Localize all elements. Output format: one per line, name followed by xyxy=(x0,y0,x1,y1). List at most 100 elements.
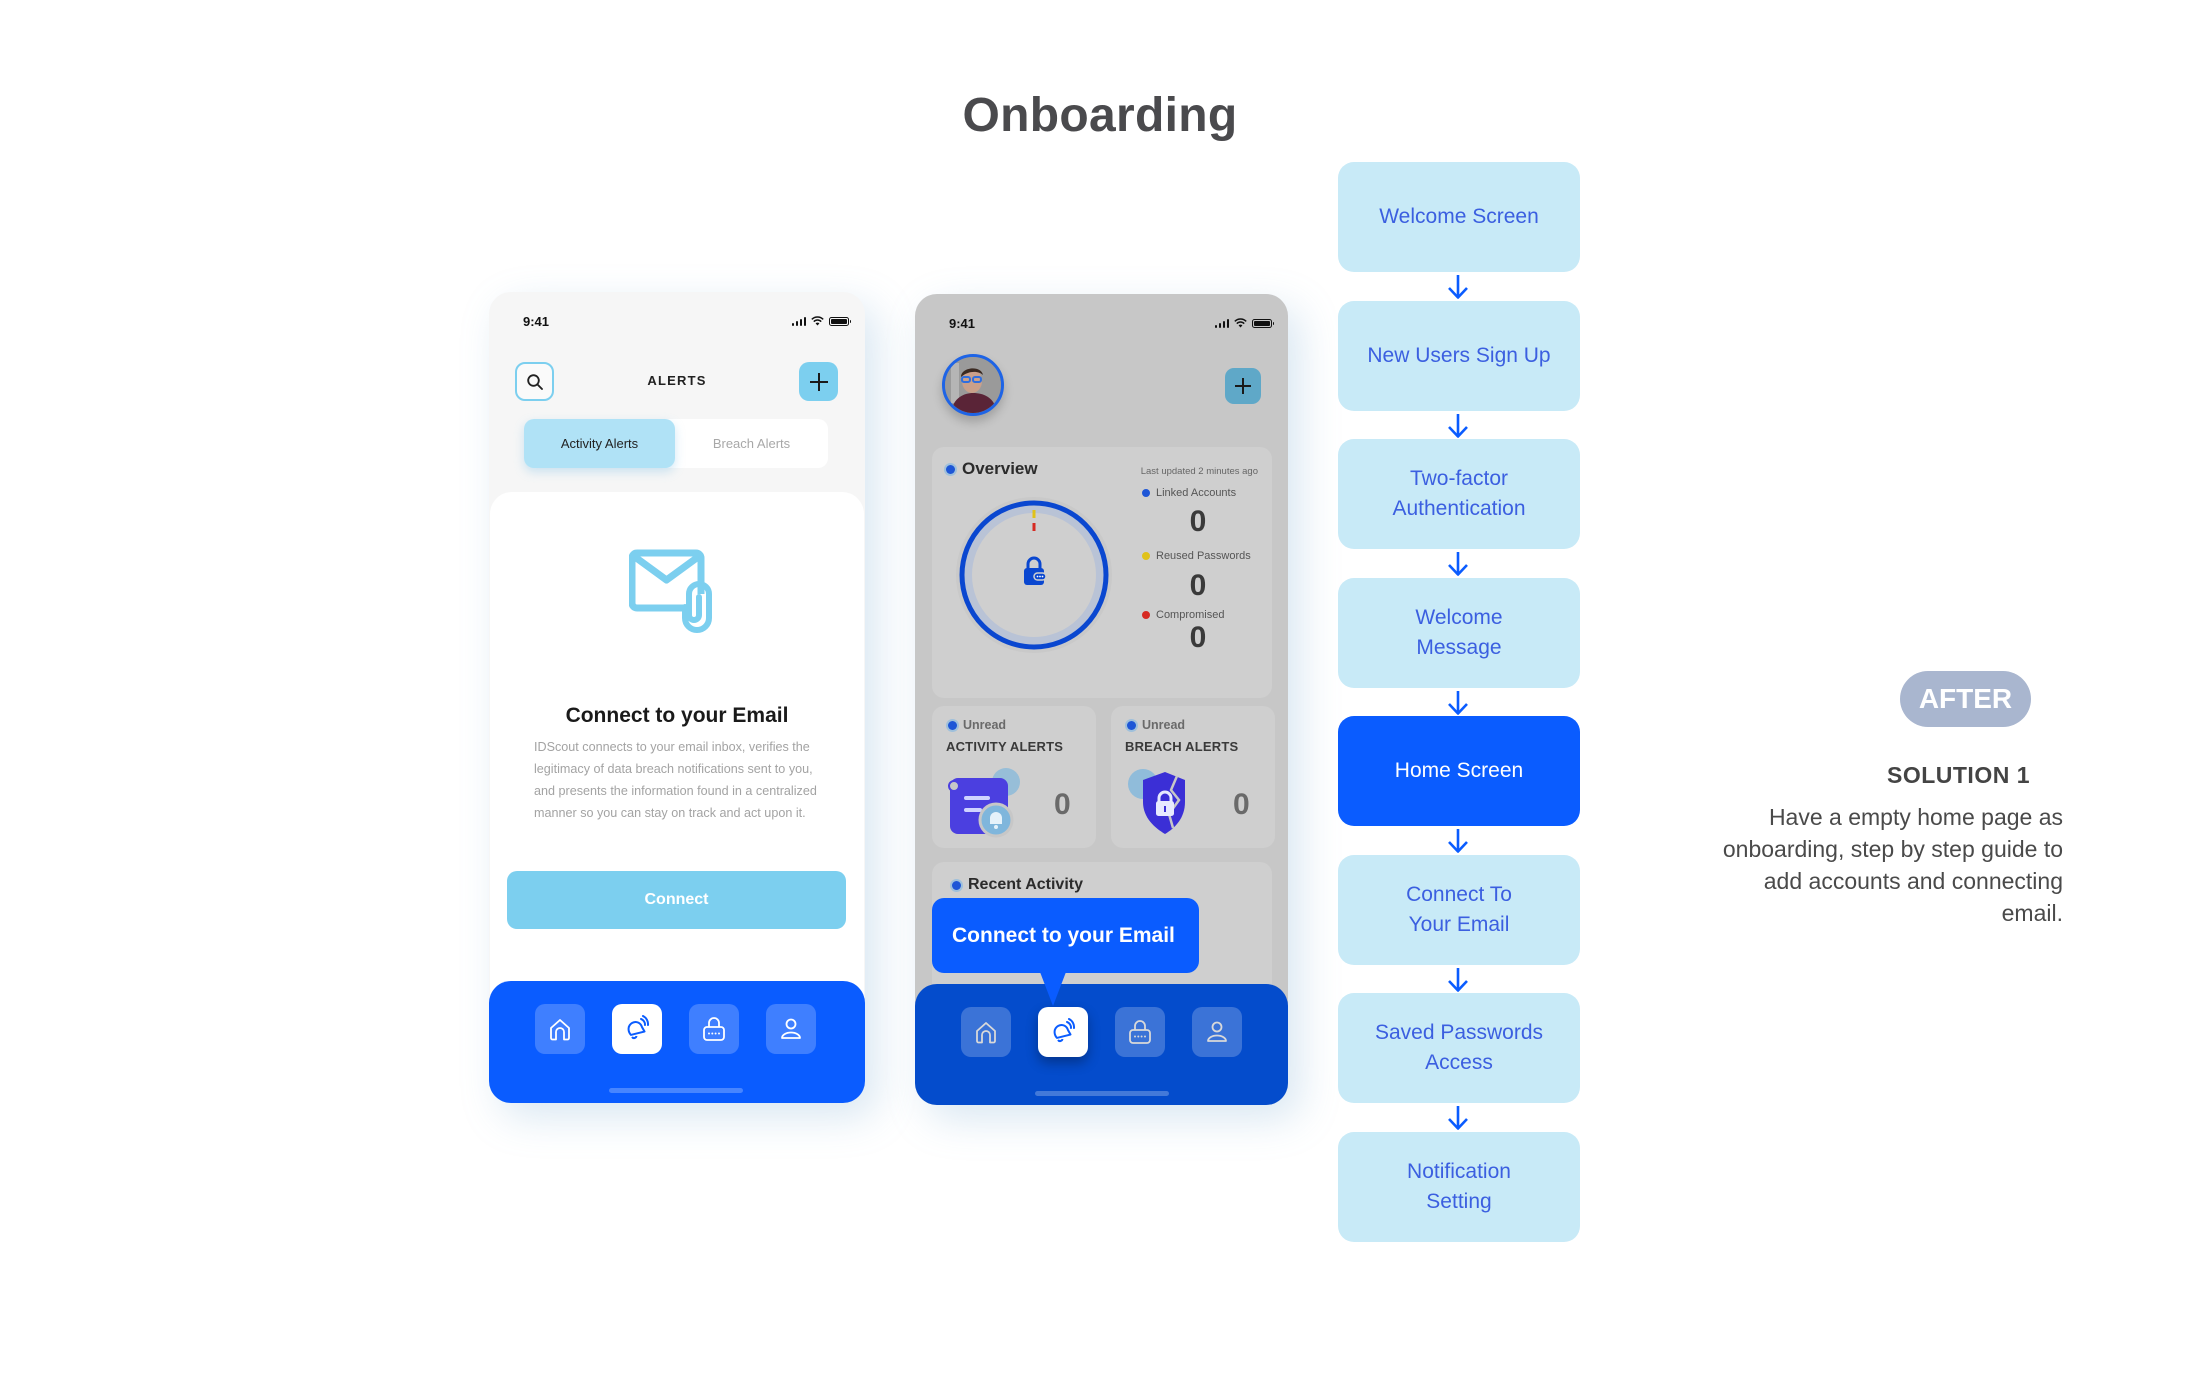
legend-dot xyxy=(1142,552,1150,560)
arrow-down-icon xyxy=(1448,690,1468,715)
flow-step: New Users Sign Up xyxy=(1338,300,1580,411)
alerts-screen-mockup: 9:41 ALERTS Activity Alerts Breach Alert… xyxy=(489,292,865,1103)
bottom-nav xyxy=(489,981,865,1103)
onboarding-tooltip[interactable]: Connect to your Email xyxy=(932,898,1199,973)
nav-passwords[interactable] xyxy=(1115,1007,1165,1057)
unread-label: Unread xyxy=(1127,718,1185,732)
overview-panel: Overview Last updated 2 minutes ago Link… xyxy=(932,447,1272,698)
plus-icon xyxy=(1235,378,1251,394)
add-button[interactable] xyxy=(799,362,838,401)
nav-home[interactable] xyxy=(961,1007,1011,1057)
nav-passwords[interactable] xyxy=(689,1004,739,1054)
wifi-icon xyxy=(811,316,824,326)
bullet-icon xyxy=(1127,720,1136,730)
unread-label: Unread xyxy=(948,718,1006,732)
flow-step: Notification Setting xyxy=(1338,1131,1580,1242)
home-screen-mockup: 9:41 Overview Last updated 2 minutes ago xyxy=(915,294,1288,1105)
home-indicator xyxy=(1035,1091,1169,1096)
bottom-nav xyxy=(915,984,1288,1105)
solution-description: Have a empty home page as onboarding, st… xyxy=(1722,804,2063,926)
overview-stats: Linked Accounts 0 Reused Passwords 0 Com… xyxy=(1142,447,1272,698)
bullet-icon xyxy=(952,880,961,890)
stat-label: Compromised xyxy=(1156,609,1225,621)
activity-alert-icon xyxy=(948,768,1020,838)
nav-profile[interactable] xyxy=(766,1004,816,1054)
stat-value: 0 xyxy=(1189,569,1207,602)
nav-alerts[interactable] xyxy=(1038,1007,1088,1057)
breach-shield-icon xyxy=(1128,769,1185,834)
legend-dot xyxy=(1142,611,1150,619)
after-badge: AFTER xyxy=(1900,671,2031,727)
tab-activity-alerts[interactable]: Activity Alerts xyxy=(524,419,675,468)
stat-value: 0 xyxy=(1189,621,1207,654)
status-icons xyxy=(1214,318,1274,328)
connect-button[interactable]: Connect xyxy=(507,871,846,929)
password-lock-icon xyxy=(1129,1020,1151,1044)
flow-step: Connect To Your Email xyxy=(1338,854,1580,965)
arrow-down-icon xyxy=(1448,829,1468,853)
tooltip-pointer xyxy=(1040,972,1066,1006)
card-description: IDScout connects to your email inbox, ve… xyxy=(534,740,817,820)
wifi-icon xyxy=(1234,318,1247,328)
bullet-icon xyxy=(948,720,957,730)
nav-profile[interactable] xyxy=(1192,1007,1242,1057)
nav-home[interactable] xyxy=(535,1004,585,1054)
stat-linked-accounts: Linked Accounts xyxy=(1142,487,1236,499)
solution-title: SOLUTION 1 xyxy=(1886,762,2030,788)
arrow-down-icon xyxy=(1448,275,1468,299)
user-icon xyxy=(1207,1021,1227,1042)
breach-alerts-title: BREACH ALERTS xyxy=(1125,739,1239,754)
flow-step: Welcome Screen xyxy=(1338,162,1580,272)
user-icon xyxy=(781,1018,801,1039)
bell-ringing-icon xyxy=(1053,1018,1076,1043)
status-icons xyxy=(791,316,851,326)
stat-label: Reused Passwords xyxy=(1156,550,1251,562)
status-time: 9:41 xyxy=(523,314,550,329)
add-button[interactable] xyxy=(1225,368,1261,404)
recent-activity-text: Recent Activity xyxy=(968,876,1083,893)
flow-step: Two-factor Authentication xyxy=(1338,439,1580,549)
arrow-down-icon xyxy=(1448,552,1468,576)
bullet-icon xyxy=(946,464,955,474)
flow-step-current: Home Screen xyxy=(1338,716,1580,826)
flow-step: Saved Passwords Access xyxy=(1338,993,1580,1103)
breach-alerts-card[interactable]: Unread BREACH ALERTS 0 xyxy=(1111,706,1275,848)
arrow-down-icon xyxy=(1448,413,1468,438)
stat-reused-passwords: Reused Passwords xyxy=(1142,550,1251,562)
activity-alerts-card[interactable]: Unread ACTIVITY ALERTS 0 xyxy=(932,706,1096,848)
tab-breach-alerts[interactable]: Breach Alerts xyxy=(675,419,828,468)
home-indicator xyxy=(609,1088,743,1093)
card-title: Connect to your Email xyxy=(565,704,789,727)
arrow-down-icon xyxy=(1448,967,1468,992)
home-icon xyxy=(550,1019,570,1041)
flow-step: Welcome Message xyxy=(1338,577,1580,688)
recent-activity-title: Recent Activity xyxy=(952,876,1083,894)
bell-ringing-icon xyxy=(627,1015,650,1040)
password-lock-icon xyxy=(703,1017,725,1041)
profile-photo xyxy=(945,357,1001,413)
status-time: 9:41 xyxy=(949,316,976,331)
unread-text: Unread xyxy=(1142,718,1186,732)
arrow-down-icon xyxy=(1448,1106,1468,1130)
plus-icon xyxy=(809,372,828,391)
stat-value: 0 xyxy=(1189,505,1207,538)
breach-alerts-count: 0 xyxy=(1233,788,1250,821)
unread-text: Unread xyxy=(963,718,1007,732)
overview-title: Overview xyxy=(946,459,1038,479)
overview-title-text: Overview xyxy=(962,459,1038,478)
connect-email-card: Connect to your Email IDScout connects t… xyxy=(490,492,864,1012)
security-gauge xyxy=(956,497,1112,653)
alerts-tabs: Activity Alerts Breach Alerts xyxy=(524,419,828,468)
page-title: Onboarding xyxy=(962,89,1238,142)
signal-icon xyxy=(791,316,806,326)
activity-alerts-count: 0 xyxy=(1054,788,1071,821)
nav-alerts[interactable] xyxy=(612,1004,662,1054)
battery-icon xyxy=(829,316,851,326)
legend-dot xyxy=(1142,489,1150,497)
stat-label: Linked Accounts xyxy=(1156,487,1237,499)
mail-attachment-icon xyxy=(629,549,712,633)
signal-icon xyxy=(1214,318,1229,328)
battery-icon xyxy=(1252,318,1274,328)
home-icon xyxy=(976,1022,996,1044)
avatar[interactable] xyxy=(942,354,1004,416)
